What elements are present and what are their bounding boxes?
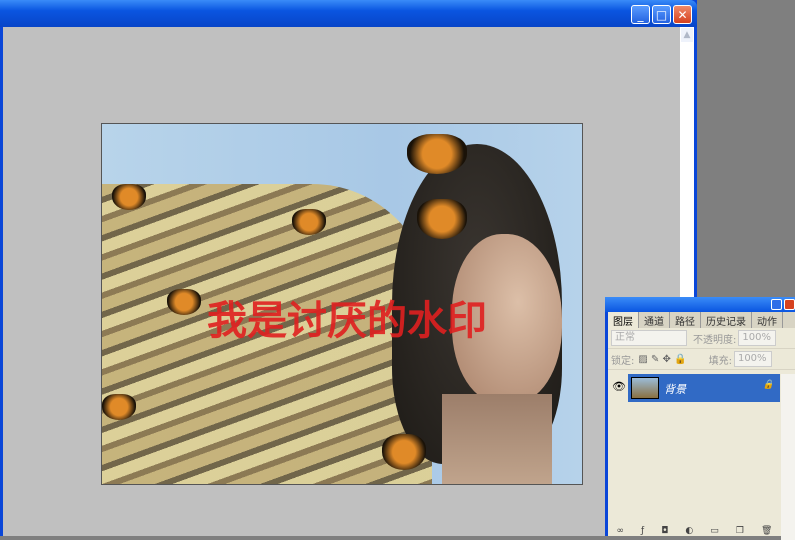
panel-title-bar[interactable] — [605, 297, 795, 312]
watermark-text: 我是讨厌的水印 — [207, 297, 487, 344]
butterfly — [167, 289, 201, 315]
fill-label: 填充: — [708, 355, 732, 367]
eye-icon[interactable]: 👁 — [610, 378, 628, 396]
maximize-button[interactable]: □ — [652, 5, 671, 24]
minimize-button[interactable]: _ — [631, 5, 650, 24]
butterfly — [112, 184, 146, 210]
butterfly — [292, 209, 326, 235]
tab-paths[interactable]: 路径 — [670, 312, 701, 328]
panel-minimize-button[interactable] — [771, 299, 782, 310]
blend-mode-select[interactable]: 正常 — [611, 330, 687, 346]
close-button[interactable]: ✕ — [673, 5, 692, 24]
fill-field[interactable]: 100% — [733, 351, 772, 367]
layer-thumbnail — [631, 377, 659, 399]
lock-icon: 🔒 — [762, 380, 774, 390]
panel-close-button[interactable] — [784, 299, 795, 310]
tab-layers[interactable]: 图层 — [608, 312, 639, 328]
neck-image-region — [442, 394, 552, 484]
layer-name: 背景 — [664, 383, 686, 396]
lock-label: 锁定: — [611, 355, 635, 367]
lock-icons[interactable]: ▨ ✎ ✥ 🔒 — [638, 354, 686, 365]
title-bar[interactable]: _ □ ✕ — [0, 0, 697, 27]
butterfly — [417, 199, 467, 239]
new-layer-icon[interactable]: ❐ — [736, 526, 744, 536]
butterfly — [382, 434, 426, 470]
scroll-up-icon[interactable]: ▲ — [681, 28, 693, 42]
panel-footer: ∞ ƒ ◘ ◐ ▭ ❐ 🗑 — [608, 526, 781, 536]
trash-icon[interactable]: 🗑 — [761, 526, 772, 536]
layer-style-icon[interactable]: ƒ — [641, 526, 644, 536]
layers-panel: 图层 通道 路径 历史记录 动作 正常 不透明度: 100% 锁定: ▨ ✎ ✥… — [605, 297, 795, 540]
opacity-label: 不透明度: — [693, 334, 737, 346]
panel-tabs: 图层 通道 路径 历史记录 动作 — [608, 312, 795, 328]
link-icon[interactable]: ∞ — [617, 526, 625, 536]
layer-row[interactable]: 👁 背景 🔒 — [608, 374, 780, 402]
opacity-field[interactable]: 100% — [738, 330, 777, 346]
mask-icon[interactable]: ◘ — [661, 526, 668, 536]
butterfly — [102, 394, 136, 420]
layers-scrollbar[interactable] — [781, 374, 795, 540]
tab-history[interactable]: 历史记录 — [701, 312, 752, 328]
folder-icon[interactable]: ▭ — [710, 526, 719, 536]
tab-actions[interactable]: 动作 — [752, 312, 783, 328]
tab-channels[interactable]: 通道 — [639, 312, 670, 328]
butterfly — [407, 134, 467, 174]
adjustment-icon[interactable]: ◐ — [685, 526, 693, 536]
